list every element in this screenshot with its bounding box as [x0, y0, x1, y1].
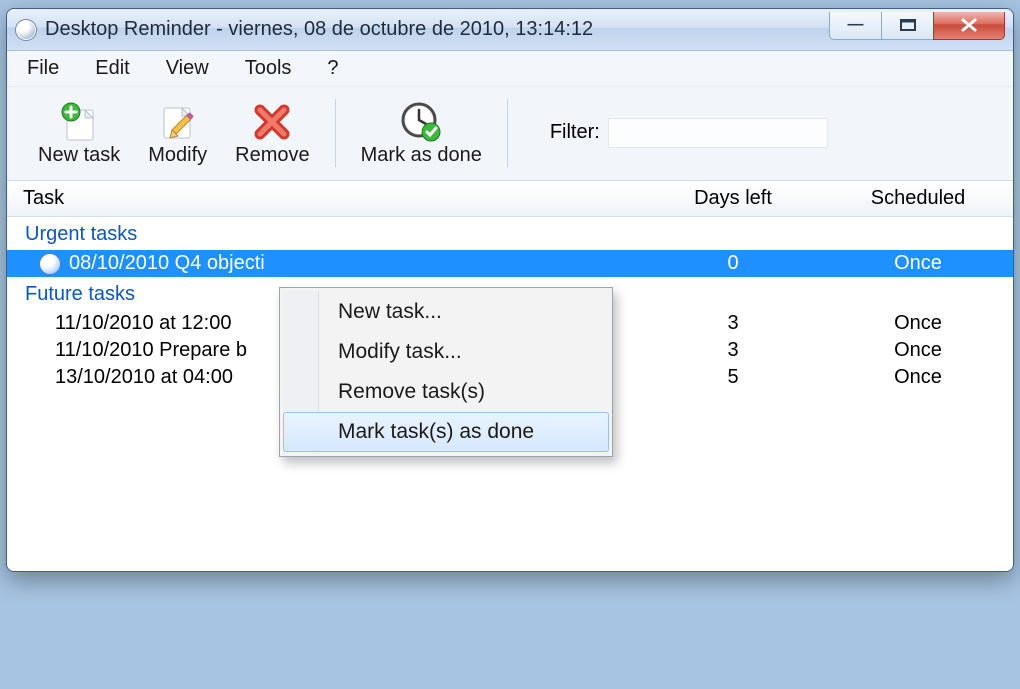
app-icon — [15, 19, 37, 41]
menu-edit[interactable]: Edit — [95, 57, 129, 80]
menu-help[interactable]: ? — [327, 57, 338, 80]
window-title: Desktop Reminder - viernes, 08 de octubr… — [45, 18, 829, 41]
filter-label: Filter: — [550, 121, 600, 144]
close-button[interactable] — [933, 12, 1005, 40]
task-row[interactable]: 08/10/2010 Q4 objecti 0 Once — [7, 250, 1013, 277]
new-task-icon — [57, 100, 101, 144]
ctx-new-task[interactable]: New task... — [283, 292, 609, 332]
header-days-left[interactable]: Days left — [643, 187, 823, 210]
task-text: 13/10/2010 at 04:00 — [23, 366, 233, 389]
maximize-button[interactable] — [881, 12, 933, 40]
group-urgent[interactable]: Urgent tasks — [7, 217, 1013, 250]
close-icon — [960, 18, 978, 32]
task-text: 11/10/2010 at 12:00 — [23, 312, 231, 335]
new-task-button[interactable]: New task — [25, 95, 133, 170]
menubar: File Edit View Tools ? — [7, 51, 1013, 86]
app-window: Desktop Reminder - viernes, 08 de octubr… — [6, 8, 1014, 572]
modify-label: Modify — [148, 144, 207, 167]
maximize-icon — [900, 19, 916, 31]
filter-input[interactable] — [608, 118, 828, 148]
remove-label: Remove — [235, 144, 309, 167]
titlebar[interactable]: Desktop Reminder - viernes, 08 de octubr… — [7, 9, 1013, 51]
new-task-label: New task — [38, 144, 120, 167]
minimize-icon: — — [848, 16, 864, 34]
mark-done-button[interactable]: Mark as done — [348, 95, 495, 170]
task-days: 0 — [643, 252, 823, 275]
task-text: 08/10/2010 Q4 objecti — [69, 252, 265, 275]
remove-icon — [250, 100, 294, 144]
remove-button[interactable]: Remove — [222, 95, 322, 170]
task-days: 3 — [643, 312, 823, 335]
menu-file[interactable]: File — [27, 57, 59, 80]
toolbar-separator — [335, 99, 336, 167]
task-days: 5 — [643, 366, 823, 389]
header-task[interactable]: Task — [7, 187, 643, 210]
column-headers: Task Days left Scheduled — [7, 181, 1013, 217]
mark-done-label: Mark as done — [361, 144, 482, 167]
menu-tools[interactable]: Tools — [245, 57, 292, 80]
task-sched: Once — [823, 366, 1013, 389]
task-days: 3 — [643, 339, 823, 362]
mark-done-icon — [399, 100, 443, 144]
ctx-mark-done[interactable]: Mark task(s) as done — [283, 412, 609, 452]
toolbar-separator-2 — [507, 99, 508, 167]
filter-group: Filter: — [550, 118, 828, 148]
clock-icon — [39, 253, 61, 275]
ctx-remove-task[interactable]: Remove task(s) — [283, 372, 609, 412]
task-sched: Once — [823, 339, 1013, 362]
toolbar: New task Modify Remove Mark as done Filt… — [7, 86, 1013, 181]
header-scheduled[interactable]: Scheduled — [823, 187, 1013, 210]
context-menu: New task... Modify task... Remove task(s… — [279, 287, 613, 457]
modify-button[interactable]: Modify — [135, 95, 220, 170]
minimize-button[interactable]: — — [829, 12, 881, 40]
task-text: 11/10/2010 Prepare b — [23, 339, 247, 362]
window-buttons: — — [829, 12, 1005, 40]
task-sched: Once — [823, 312, 1013, 335]
modify-icon — [156, 100, 200, 144]
task-sched: Once — [823, 252, 1013, 275]
menu-view[interactable]: View — [166, 57, 209, 80]
ctx-modify-task[interactable]: Modify task... — [283, 332, 609, 372]
